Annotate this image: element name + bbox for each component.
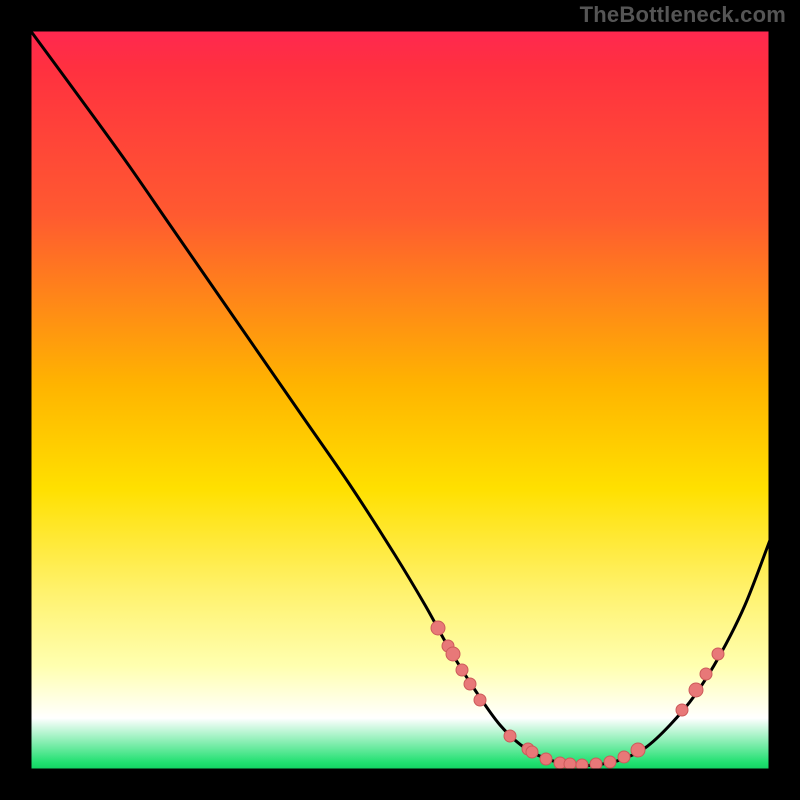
curve-marker: [504, 730, 516, 742]
plot-area: [30, 30, 770, 770]
chart-svg: [30, 30, 770, 770]
curve-marker: [464, 678, 476, 690]
curve-markers: [431, 621, 724, 770]
curve-marker: [431, 621, 445, 635]
watermark-text: TheBottleneck.com: [580, 2, 786, 28]
curve-marker: [456, 664, 468, 676]
curve-marker: [474, 694, 486, 706]
curve-marker: [590, 758, 602, 770]
curve-marker: [446, 647, 460, 661]
curve-marker: [618, 751, 630, 763]
curve-marker: [526, 746, 538, 758]
curve-marker: [689, 683, 703, 697]
curve-marker: [631, 743, 645, 757]
curve-marker: [712, 648, 724, 660]
curve-marker: [604, 756, 616, 768]
curve-marker: [564, 758, 576, 770]
curve-marker: [540, 753, 552, 765]
bottleneck-curve: [30, 30, 770, 766]
curve-marker: [576, 759, 588, 770]
curve-marker: [676, 704, 688, 716]
curve-marker: [700, 668, 712, 680]
